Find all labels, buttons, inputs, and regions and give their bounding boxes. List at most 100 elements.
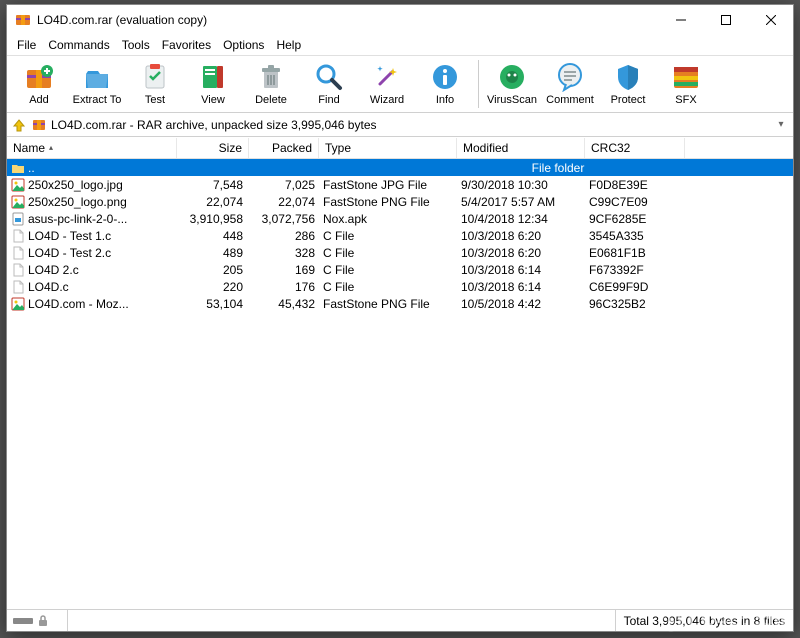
file-size: 3,910,958: [177, 212, 249, 226]
file-type: C File: [319, 263, 457, 277]
file-type: C File: [319, 246, 457, 260]
parent-type: File folder: [319, 161, 793, 175]
info-button[interactable]: Info: [417, 57, 473, 111]
extract-button[interactable]: Extract To: [69, 57, 125, 111]
view-icon: [198, 62, 228, 92]
file-row[interactable]: LO4D - Test 2.c489328C File10/3/2018 6:2…: [7, 244, 793, 261]
extract-icon: [82, 62, 112, 92]
file-icon: [11, 297, 25, 311]
file-row[interactable]: 250x250_logo.png22,07422,074FastStone PN…: [7, 193, 793, 210]
file-type: FastStone PNG File: [319, 195, 457, 209]
file-name: 250x250_logo.jpg: [28, 178, 123, 192]
info-label: Info: [436, 94, 454, 106]
column-headers: Name ▴ Size Packed Type Modified CRC32: [7, 137, 793, 159]
path-input[interactable]: [51, 118, 769, 132]
file-modified: 9/30/2018 10:30: [457, 178, 585, 192]
protect-icon: [613, 62, 643, 92]
sfx-button[interactable]: SFX: [658, 57, 714, 111]
col-name-label: Name: [13, 141, 45, 155]
delete-icon: [256, 62, 286, 92]
file-row[interactable]: LO4D.com - Moz...53,10445,432FastStone P…: [7, 295, 793, 312]
app-window: LO4D.com.rar (evaluation copy) File Comm…: [6, 4, 794, 632]
file-packed: 328: [249, 246, 319, 260]
menu-favorites[interactable]: Favorites: [156, 36, 217, 54]
menu-help[interactable]: Help: [270, 36, 307, 54]
file-type: Nox.apk: [319, 212, 457, 226]
file-size: 22,074: [177, 195, 249, 209]
file-type: FastStone JPG File: [319, 178, 457, 192]
file-row[interactable]: LO4D 2.c205169C File10/3/2018 6:14F67339…: [7, 261, 793, 278]
col-size[interactable]: Size: [177, 138, 249, 158]
file-list[interactable]: .. File folder 250x250_logo.jpg7,5487,02…: [7, 159, 793, 609]
file-name: LO4D 2.c: [28, 263, 79, 277]
col-type[interactable]: Type: [319, 138, 457, 158]
file-row[interactable]: asus-pc-link-2-0-...3,910,9583,072,756No…: [7, 210, 793, 227]
comment-label: Comment: [546, 94, 594, 106]
file-modified: 10/3/2018 6:14: [457, 280, 585, 294]
col-crc-label: CRC32: [591, 141, 630, 155]
col-size-label: Size: [219, 141, 242, 155]
file-modified: 10/3/2018 6:20: [457, 229, 585, 243]
file-icon: [11, 195, 25, 209]
menu-commands[interactable]: Commands: [42, 36, 115, 54]
find-label: Find: [318, 94, 339, 106]
folder-up-icon: [11, 161, 25, 175]
file-crc: 96C325B2: [585, 297, 685, 311]
comment-icon: [555, 62, 585, 92]
find-button[interactable]: Find: [301, 57, 357, 111]
menu-options[interactable]: Options: [217, 36, 270, 54]
file-row[interactable]: LO4D - Test 1.c448286C File10/3/2018 6:2…: [7, 227, 793, 244]
col-crc[interactable]: CRC32: [585, 138, 685, 158]
file-type: C File: [319, 280, 457, 294]
parent-folder-row[interactable]: .. File folder: [7, 159, 793, 176]
file-packed: 286: [249, 229, 319, 243]
col-type-label: Type: [325, 141, 351, 155]
file-name: asus-pc-link-2-0-...: [28, 212, 127, 226]
col-name[interactable]: Name ▴: [7, 138, 177, 158]
file-icon: [11, 229, 25, 243]
up-icon[interactable]: [11, 117, 27, 133]
file-icon: [11, 246, 25, 260]
comment-button[interactable]: Comment: [542, 57, 598, 111]
file-packed: 45,432: [249, 297, 319, 311]
test-icon: [140, 62, 170, 92]
test-button[interactable]: Test: [127, 57, 183, 111]
file-size: 205: [177, 263, 249, 277]
file-type: FastStone PNG File: [319, 297, 457, 311]
file-name: LO4D.c: [28, 280, 69, 294]
virus-icon: [497, 62, 527, 92]
protect-button[interactable]: Protect: [600, 57, 656, 111]
col-packed[interactable]: Packed: [249, 138, 319, 158]
file-packed: 176: [249, 280, 319, 294]
file-crc: 9CF6285E: [585, 212, 685, 226]
delete-button[interactable]: Delete: [243, 57, 299, 111]
file-crc: E0681F1B: [585, 246, 685, 260]
extract-label: Extract To: [73, 94, 122, 106]
col-modified[interactable]: Modified: [457, 138, 585, 158]
menu-file[interactable]: File: [11, 36, 42, 54]
file-type: C File: [319, 229, 457, 243]
file-icon: [11, 178, 25, 192]
sfx-icon: [671, 62, 701, 92]
path-dropdown-icon[interactable]: ▾: [773, 119, 789, 130]
file-size: 220: [177, 280, 249, 294]
add-button[interactable]: Add: [11, 57, 67, 111]
find-icon: [314, 62, 344, 92]
maximize-button[interactable]: [703, 5, 748, 35]
file-row[interactable]: 250x250_logo.jpg7,5487,025FastStone JPG …: [7, 176, 793, 193]
parent-name: ..: [28, 161, 35, 175]
col-modified-label: Modified: [463, 141, 508, 155]
file-size: 7,548: [177, 178, 249, 192]
file-crc: F673392F: [585, 263, 685, 277]
view-button[interactable]: View: [185, 57, 241, 111]
menu-tools[interactable]: Tools: [116, 36, 156, 54]
file-icon: [11, 263, 25, 277]
toolbar-separator: [478, 60, 479, 108]
add-label: Add: [29, 94, 49, 106]
archive-icon: [31, 117, 47, 133]
file-row[interactable]: LO4D.c220176C File10/3/2018 6:14C6E99F9D: [7, 278, 793, 295]
minimize-button[interactable]: [658, 5, 703, 35]
wizard-button[interactable]: Wizard: [359, 57, 415, 111]
close-button[interactable]: [748, 5, 793, 35]
virusscan-button[interactable]: VirusScan: [484, 57, 540, 111]
